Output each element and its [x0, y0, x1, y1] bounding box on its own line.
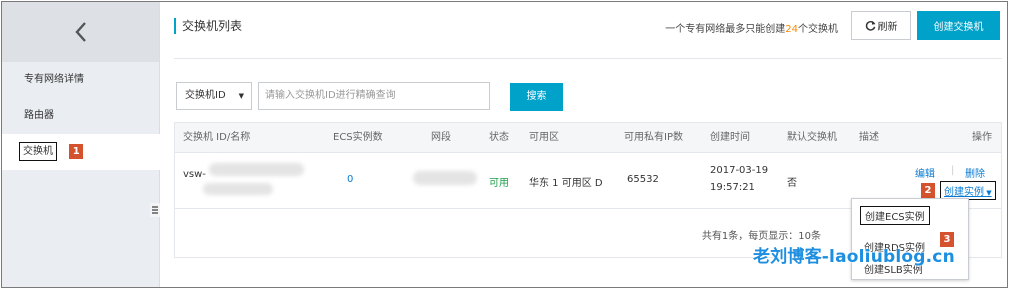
- collapse-handle-icon[interactable]: [150, 203, 160, 217]
- column-header: 默认交换机: [787, 132, 837, 143]
- step-badge-1: 1: [69, 143, 84, 159]
- ecs-count-link[interactable]: 0: [347, 174, 353, 185]
- column-header: 操作: [972, 132, 992, 143]
- redacted-cidr: [413, 171, 477, 185]
- column-header: 描述: [859, 132, 879, 143]
- hint-count: 24: [785, 24, 798, 35]
- sidebar-item-label: 交换机: [19, 142, 57, 161]
- create-switch-button[interactable]: 创建交换机: [917, 11, 1000, 40]
- caret-down-icon: ▼: [238, 92, 244, 100]
- console-frame: 专有网络详情 路由器 交换机 1 交换机列表 一个专有网络最多只能创建24个交换…: [1, 1, 1008, 288]
- created-date: 2017-03-19: [710, 165, 769, 176]
- sidebar-item-label: 专有网络详情: [24, 74, 84, 85]
- page-title: 交换机列表: [174, 18, 242, 34]
- create-instance-menu: 创建ECS实例 创建RDS实例 创建SLB实例 3: [851, 198, 969, 280]
- menu-item-create-ecs[interactable]: 创建ECS实例: [860, 206, 930, 225]
- sidebar-item-vpc-details[interactable]: 专有网络详情: [2, 66, 160, 94]
- sidebar-item-router[interactable]: 路由器: [2, 102, 160, 130]
- redacted-switch-name: [203, 183, 273, 195]
- column-header: 状态: [489, 132, 509, 143]
- column-header: ECS实例数: [333, 132, 383, 143]
- divider: [174, 58, 1002, 59]
- default-switch-value: 否: [787, 178, 797, 189]
- table-header: 交换机 ID/名称 ECS实例数 网段 状态 可用区 可用私有IP数 创建时间 …: [175, 123, 1001, 153]
- switch-id-prefix: vsw-: [183, 169, 206, 180]
- search-field-select[interactable]: 交换机ID ▼: [176, 82, 252, 110]
- action-separator: |: [951, 165, 955, 176]
- search-input[interactable]: 请输入交换机ID进行精确查询: [258, 82, 490, 110]
- back-button[interactable]: [2, 2, 159, 62]
- column-header: 可用区: [529, 132, 559, 143]
- edit-link[interactable]: 编辑: [915, 165, 935, 180]
- available-ip-count: 65532: [627, 174, 659, 185]
- redacted-switch-id: [209, 163, 304, 176]
- search-button[interactable]: 搜索: [510, 83, 563, 111]
- column-header: 网段: [431, 132, 451, 143]
- caret-down-icon: ▼: [984, 189, 992, 197]
- sidebar-item-switch[interactable]: 交换机 1: [2, 134, 160, 170]
- switch-limit-hint: 一个专有网络最多只能创建24个交换机: [665, 24, 838, 35]
- sidebar: 专有网络详情 路由器 交换机 1: [2, 2, 160, 287]
- column-header: 可用私有IP数: [624, 132, 683, 143]
- column-header: 交换机 ID/名称: [183, 132, 251, 143]
- refresh-button[interactable]: 刷新: [851, 11, 911, 40]
- zone-text: 华东 1 可用区 D: [529, 178, 603, 189]
- watermark-text: 老刘博客-laoliublog.cn: [753, 247, 955, 267]
- sidebar-item-label: 路由器: [24, 110, 54, 121]
- delete-link[interactable]: 删除: [965, 165, 985, 180]
- pagination-summary: 共有1条，每页显示：10条: [701, 231, 821, 242]
- refresh-icon: [865, 20, 876, 31]
- column-header: 创建时间: [710, 132, 750, 143]
- search-bar: 交换机ID ▼ 请输入交换机ID进行精确查询 搜索: [174, 68, 1002, 118]
- created-time: 19:57:21: [710, 182, 755, 193]
- step-badge-2: 2: [921, 183, 935, 198]
- chevron-left-icon: [74, 22, 86, 42]
- status-badge: 可用: [489, 178, 509, 189]
